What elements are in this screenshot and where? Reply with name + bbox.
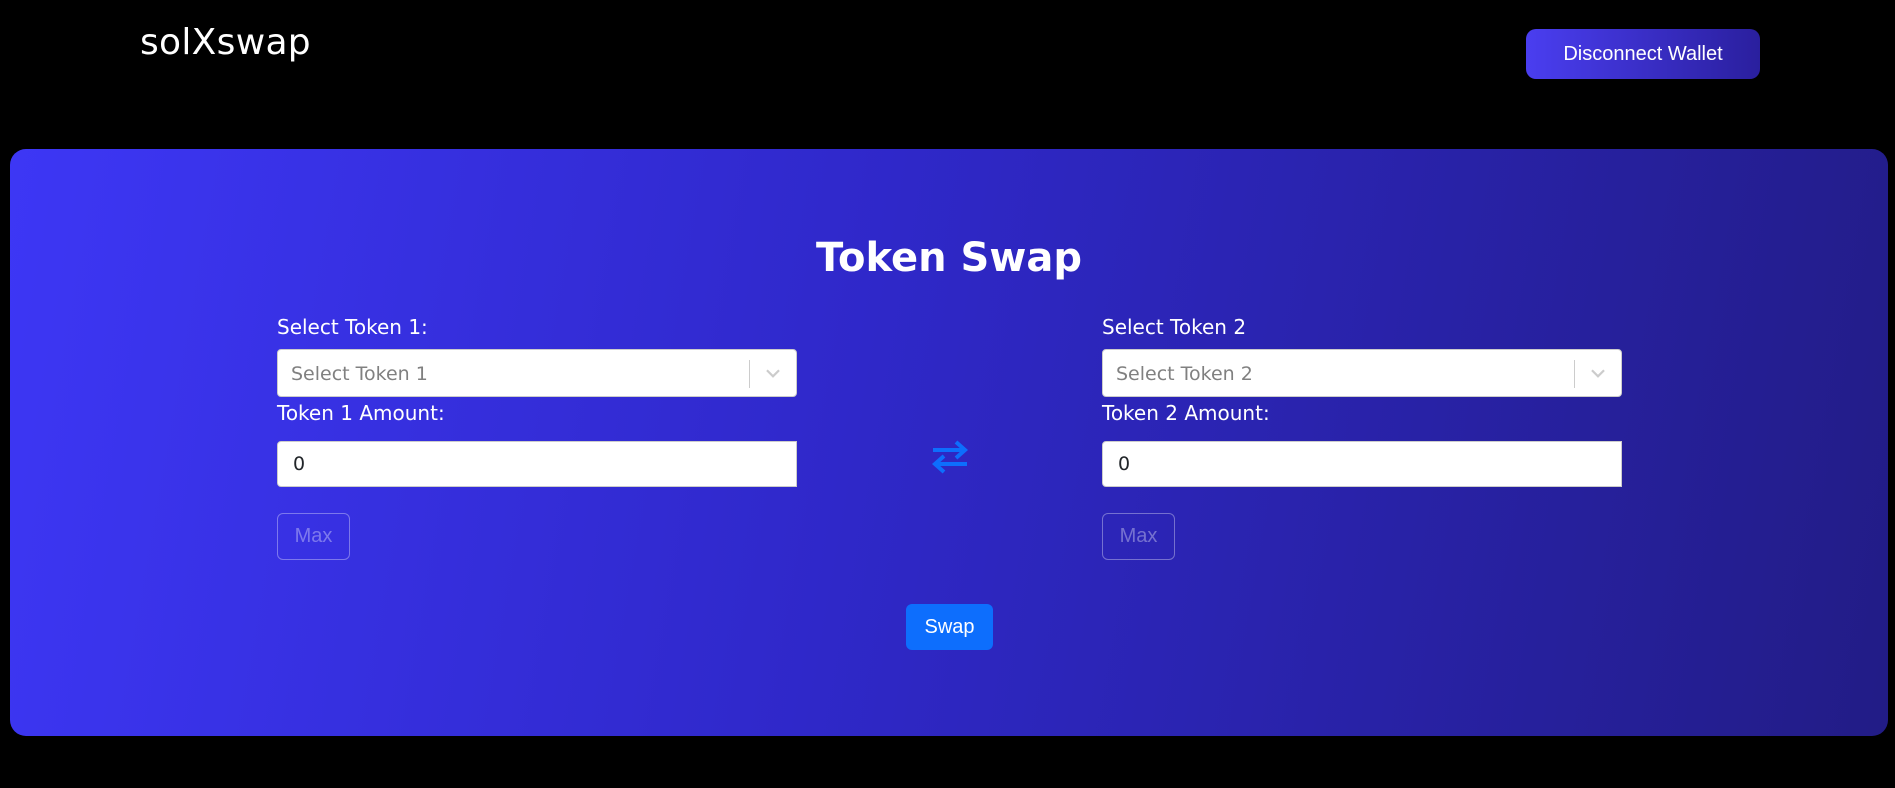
select-separator xyxy=(1574,360,1575,388)
token2-max-button[interactable]: Max xyxy=(1102,513,1175,560)
token1-max-button[interactable]: Max xyxy=(277,513,350,560)
token1-column: Select Token 1: Select Token 1 Token 1 A… xyxy=(277,315,797,560)
brand-logo-text: solXswap xyxy=(140,22,311,63)
header: solXswap Disconnect Wallet xyxy=(0,0,1895,110)
token2-amount-input[interactable] xyxy=(1102,441,1622,487)
chevron-down-icon[interactable] xyxy=(1587,362,1609,384)
token2-select-label: Select Token 2 xyxy=(1102,315,1247,339)
swap-panel: Token Swap Select Token 1: Select Token … xyxy=(10,149,1888,736)
token1-select[interactable]: Select Token 1 xyxy=(277,349,797,397)
token1-amount-input[interactable] xyxy=(277,441,797,487)
token2-column: Select Token 2 Select Token 2 Token 2 Am… xyxy=(1102,315,1622,560)
token1-select-placeholder: Select Token 1 xyxy=(291,363,428,385)
token2-select[interactable]: Select Token 2 xyxy=(1102,349,1622,397)
swap-button[interactable]: Swap xyxy=(906,604,993,650)
token2-amount-label: Token 2 Amount: xyxy=(1102,401,1270,425)
token1-select-label: Select Token 1: xyxy=(277,315,428,339)
swap-direction-icon[interactable] xyxy=(929,439,971,475)
token2-select-placeholder: Select Token 2 xyxy=(1116,363,1253,385)
disconnect-wallet-button[interactable]: Disconnect Wallet xyxy=(1526,29,1760,79)
page-title: Token Swap xyxy=(816,235,1082,281)
token1-amount-label: Token 1 Amount: xyxy=(277,401,445,425)
chevron-down-icon[interactable] xyxy=(762,362,784,384)
select-separator xyxy=(749,360,750,388)
